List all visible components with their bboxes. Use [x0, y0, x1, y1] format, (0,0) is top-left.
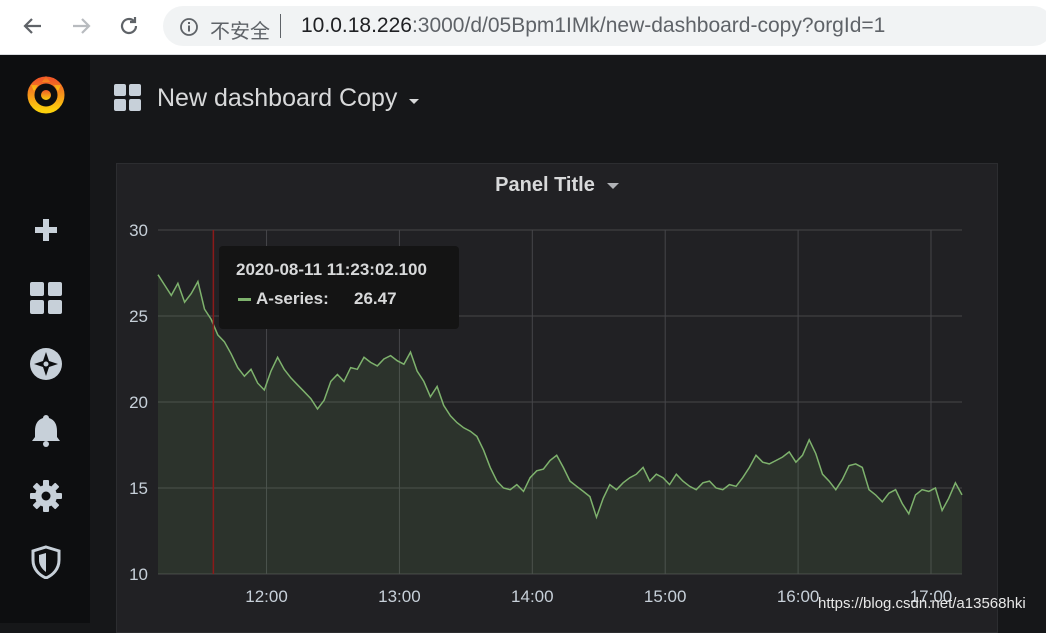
tooltip-series-value: 26.47 [354, 289, 397, 308]
y-tick-label: 15 [129, 479, 148, 498]
x-tick-label: 14:00 [511, 587, 554, 606]
watermark-text: https://blog.csdn.net/a13568hki [818, 595, 1026, 612]
x-tick-label: 15:00 [644, 587, 687, 606]
tooltip-series-name: A-series: [256, 289, 329, 308]
x-tick-label: 12:00 [245, 587, 288, 606]
x-tick-label: 13:00 [378, 587, 421, 606]
tooltip-time: 2020-08-11 11:23:02.100 [236, 260, 427, 279]
y-tick-label: 20 [129, 393, 148, 412]
y-tick-label: 30 [129, 221, 148, 240]
graph-tooltip: 2020-08-11 11:23:02.100 A-series: 26.47 [219, 246, 459, 329]
y-tick-label: 25 [129, 307, 148, 326]
series-color-swatch [238, 298, 251, 301]
y-tick-label: 10 [129, 565, 148, 584]
time-series-graph[interactable]: 101520253012:00 13:00 14:00 15:00 16:00 17:00 [0, 0, 1046, 623]
x-tick-label: 16:00 [777, 587, 820, 606]
